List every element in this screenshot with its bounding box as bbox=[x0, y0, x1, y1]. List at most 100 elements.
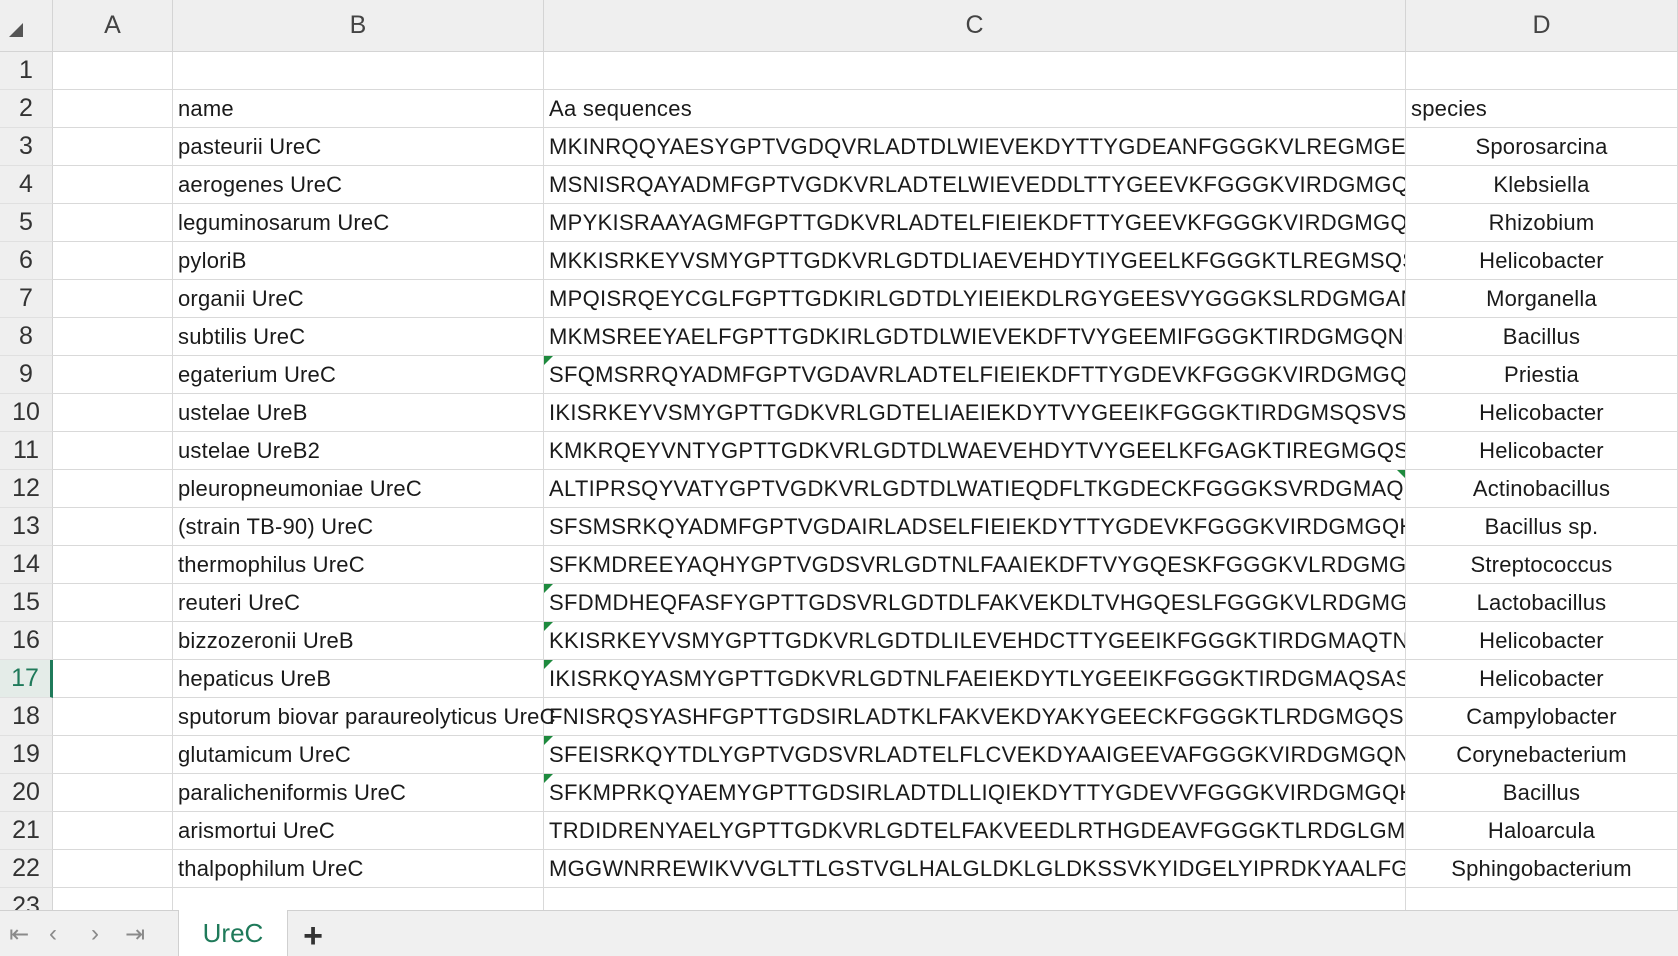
cell-a6[interactable] bbox=[53, 242, 173, 280]
sequence-cell[interactable]: FNISRQSYASHFGPTTGDSIRLADTKLFAKVEKDYAKYGE… bbox=[544, 698, 1406, 736]
cell-a18[interactable] bbox=[53, 698, 173, 736]
species-cell[interactable]: Helicobacter bbox=[1406, 432, 1678, 470]
header-cell-name[interactable]: name bbox=[173, 90, 544, 128]
next-sheet-icon[interactable]: › bbox=[78, 919, 112, 949]
species-cell[interactable]: Streptococcus bbox=[1406, 546, 1678, 584]
column-header-d[interactable]: D bbox=[1406, 0, 1678, 52]
species-cell[interactable]: Bacillus bbox=[1406, 318, 1678, 356]
first-sheet-icon[interactable]: ⇤ bbox=[2, 919, 36, 949]
row-header-12[interactable]: 12 bbox=[0, 470, 53, 508]
cell-a14[interactable] bbox=[53, 546, 173, 584]
row-header-14[interactable]: 14 bbox=[0, 546, 53, 584]
species-cell[interactable]: Helicobacter bbox=[1406, 394, 1678, 432]
cell-a8[interactable] bbox=[53, 318, 173, 356]
sequence-cell[interactable]: IKISRKQYASMYGPTTGDKVRLGDTNLFAEIEKDYTLYGE… bbox=[544, 660, 1406, 698]
cell-b23[interactable] bbox=[173, 888, 544, 910]
cell-a9[interactable] bbox=[53, 356, 173, 394]
row-header-5[interactable]: 5 bbox=[0, 204, 53, 242]
species-cell[interactable]: Bacillus sp. bbox=[1406, 508, 1678, 546]
cell-a22[interactable] bbox=[53, 850, 173, 888]
name-cell[interactable]: hepaticus UreB bbox=[173, 660, 544, 698]
cell-a5[interactable] bbox=[53, 204, 173, 242]
name-cell[interactable]: ustelae UreB bbox=[173, 394, 544, 432]
row-header-22[interactable]: 22 bbox=[0, 850, 53, 888]
cell-a20[interactable] bbox=[53, 774, 173, 812]
species-cell[interactable]: Morganella bbox=[1406, 280, 1678, 318]
sequence-cell[interactable]: IKISRKEYVSMYGPTTGDKVRLGDTELIAEIEKDYTVYGE… bbox=[544, 394, 1406, 432]
sequence-cell[interactable]: KKISRKEYVSMYGPTTGDKVRLGDTDLILEVEHDCTTYGE… bbox=[544, 622, 1406, 660]
species-cell[interactable]: Helicobacter bbox=[1406, 660, 1678, 698]
prev-sheet-icon[interactable]: ‹ bbox=[36, 919, 70, 949]
species-cell[interactable]: Bacillus bbox=[1406, 774, 1678, 812]
cell-a23[interactable] bbox=[53, 888, 173, 910]
sequence-cell[interactable]: ALTIPRSQYVATYGPTVGDKVRLGDTDLWATIEQDFLTKG… bbox=[544, 470, 1406, 508]
name-cell[interactable]: pyloriB bbox=[173, 242, 544, 280]
species-cell[interactable]: Sporosarcina bbox=[1406, 128, 1678, 166]
sequence-cell[interactable]: KMKRQEYVNTYGPTTGDKVRLGDTDLWAEVEHDYTVYGEE… bbox=[544, 432, 1406, 470]
species-cell[interactable]: Sphingobacterium bbox=[1406, 850, 1678, 888]
cell-b1[interactable] bbox=[173, 52, 544, 90]
add-sheet-icon[interactable]: + bbox=[296, 917, 330, 955]
name-cell[interactable]: egaterium UreC bbox=[173, 356, 544, 394]
cell-d1[interactable] bbox=[1406, 52, 1678, 90]
cell-a12[interactable] bbox=[53, 470, 173, 508]
sequence-cell[interactable]: MGGWNRREWIKVVGLTTLGSTVGLHALGLDKLGLDKSSVK… bbox=[544, 850, 1406, 888]
name-cell[interactable]: pleuropneumoniae UreC bbox=[173, 470, 544, 508]
cell-a11[interactable] bbox=[53, 432, 173, 470]
sequence-cell[interactable]: TRDIDRENYAELYGPTTGDKVRLGDTELFAKVEEDLRTHG… bbox=[544, 812, 1406, 850]
row-header-17[interactable]: 17 bbox=[0, 660, 53, 698]
row-header-2[interactable]: 2 bbox=[0, 90, 53, 128]
name-cell[interactable]: (strain TB-90) UreC bbox=[173, 508, 544, 546]
name-cell[interactable]: leguminosarum UreC bbox=[173, 204, 544, 242]
name-cell[interactable]: aerogenes UreC bbox=[173, 166, 544, 204]
cell-a17[interactable] bbox=[53, 660, 173, 698]
last-sheet-icon[interactable]: ⇥ bbox=[118, 919, 152, 949]
name-cell[interactable]: arismortui UreC bbox=[173, 812, 544, 850]
species-cell[interactable]: Klebsiella bbox=[1406, 166, 1678, 204]
column-header-a[interactable]: A bbox=[53, 0, 173, 52]
row-header-20[interactable]: 20 bbox=[0, 774, 53, 812]
row-header-16[interactable]: 16 bbox=[0, 622, 53, 660]
name-cell[interactable]: glutamicum UreC bbox=[173, 736, 544, 774]
cell-a3[interactable] bbox=[53, 128, 173, 166]
row-header-18[interactable]: 18 bbox=[0, 698, 53, 736]
row-header-7[interactable]: 7 bbox=[0, 280, 53, 318]
select-all-corner[interactable] bbox=[0, 0, 53, 52]
row-header-10[interactable]: 10 bbox=[0, 394, 53, 432]
species-cell[interactable]: Campylobacter bbox=[1406, 698, 1678, 736]
name-cell[interactable]: pasteurii UreC bbox=[173, 128, 544, 166]
name-cell[interactable]: organii UreC bbox=[173, 280, 544, 318]
row-header-15[interactable]: 15 bbox=[0, 584, 53, 622]
row-header-4[interactable]: 4 bbox=[0, 166, 53, 204]
name-cell[interactable]: thermophilus UreC bbox=[173, 546, 544, 584]
row-header-13[interactable]: 13 bbox=[0, 508, 53, 546]
name-cell[interactable]: paralicheniformis UreC bbox=[173, 774, 544, 812]
row-header-8[interactable]: 8 bbox=[0, 318, 53, 356]
row-header-19[interactable]: 19 bbox=[0, 736, 53, 774]
row-header-21[interactable]: 21 bbox=[0, 812, 53, 850]
row-header-3[interactable]: 3 bbox=[0, 128, 53, 166]
name-cell[interactable]: subtilis UreC bbox=[173, 318, 544, 356]
cell-c23[interactable] bbox=[544, 888, 1406, 910]
header-cell-species[interactable]: species bbox=[1406, 90, 1678, 128]
sequence-cell[interactable]: MKINRQQYAESYGPTVGDQVRLADTDLWIEVEKDYTTYGD… bbox=[544, 128, 1406, 166]
cell-a16[interactable] bbox=[53, 622, 173, 660]
sequence-cell[interactable]: MPQISRQEYCGLFGPTTGDKIRLGDTDLYIEIEKDLRGYG… bbox=[544, 280, 1406, 318]
header-cell-sequences[interactable]: Aa sequences bbox=[544, 90, 1406, 128]
row-header-9[interactable]: 9 bbox=[0, 356, 53, 394]
cell-a19[interactable] bbox=[53, 736, 173, 774]
sequence-cell[interactable]: SFKMPRKQYAEMYGPTTGDSIRLADTDLLIQIEKDYTTYG… bbox=[544, 774, 1406, 812]
cell-a4[interactable] bbox=[53, 166, 173, 204]
row-header-6[interactable]: 6 bbox=[0, 242, 53, 280]
cell-a10[interactable] bbox=[53, 394, 173, 432]
cell-a13[interactable] bbox=[53, 508, 173, 546]
cell-a21[interactable] bbox=[53, 812, 173, 850]
cell-a2[interactable] bbox=[53, 90, 173, 128]
name-cell[interactable]: thalpophilum UreC bbox=[173, 850, 544, 888]
cell-c1[interactable] bbox=[544, 52, 1406, 90]
column-header-b[interactable]: B bbox=[173, 0, 544, 52]
name-cell[interactable]: reuteri UreC bbox=[173, 584, 544, 622]
row-header-23[interactable]: 23 bbox=[0, 888, 53, 910]
row-header-1[interactable]: 1 bbox=[0, 52, 53, 90]
sequence-cell[interactable]: MPYKISRAAYAGMFGPTTGDKVRLADTELFIEIEKDFTTY… bbox=[544, 204, 1406, 242]
